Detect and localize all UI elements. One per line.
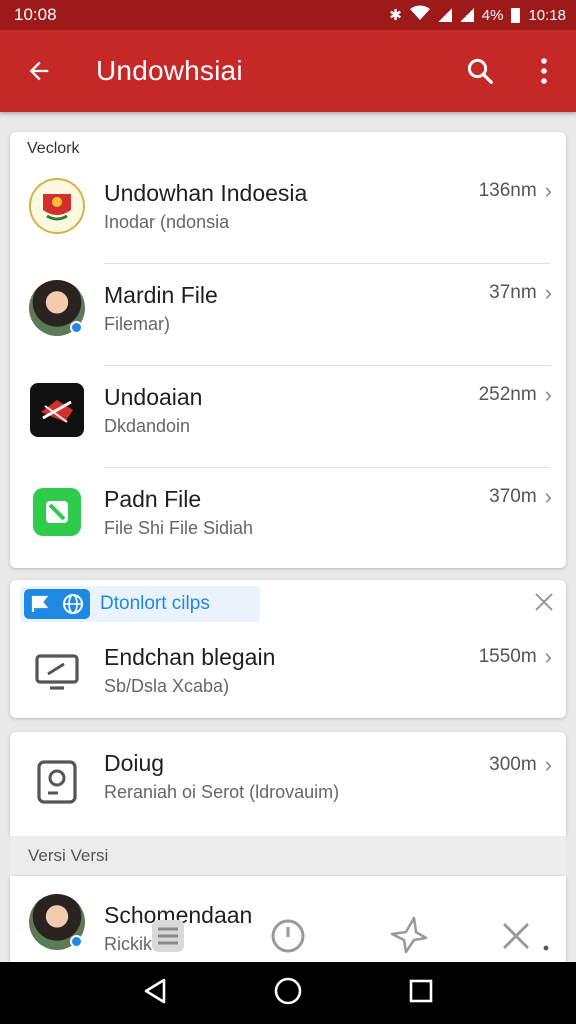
list-item[interactable]: Mardin File Filemar) 37nm › xyxy=(10,264,566,366)
list-item[interactable]: Doiug Reraniah oi Serot (ldrovauim) 300m… xyxy=(10,732,566,834)
section-card-2: Dtonlort cilps Endchan blegain Sb/Dsla X… xyxy=(10,580,566,718)
chevron-right-icon: › xyxy=(544,178,552,203)
section-card-3: Doiug Reraniah oi Serot (ldrovauim) 300m… xyxy=(10,732,566,836)
hard-drive-icon xyxy=(37,760,77,804)
arrow-back-icon xyxy=(29,61,49,81)
item-subtitle: Sb/Dsla Xcaba) xyxy=(104,676,230,696)
search-button[interactable] xyxy=(448,30,512,112)
green-app-icon xyxy=(33,488,81,536)
battery-percent: 4% xyxy=(481,6,504,24)
nav-recents-button[interactable] xyxy=(408,978,434,1009)
item-title: Doiug xyxy=(104,750,165,776)
system-nav-bar xyxy=(0,962,576,1024)
section-card-1: Veclork Undowhan Indoesia Inodar (ndonsi… xyxy=(10,132,566,568)
item-title: Undowhan Indoesia xyxy=(104,180,308,206)
square-recents-icon xyxy=(409,979,432,1002)
close-icon xyxy=(502,922,549,951)
chevron-right-icon: › xyxy=(544,280,552,305)
item-title: Undoaian xyxy=(104,384,203,410)
item-title: Endchan blegain xyxy=(104,644,276,670)
item-title: Padn File xyxy=(104,486,202,512)
item-meta: 252nm xyxy=(478,384,537,405)
status-icons: ✱ 4% 10:18 xyxy=(389,5,566,25)
search-icon xyxy=(467,58,493,84)
list-icon xyxy=(152,920,184,952)
item-subtitle: Dkdandoin xyxy=(104,416,191,436)
chevron-right-icon: › xyxy=(544,382,552,407)
item-subtitle: Inodar (ndonsia xyxy=(104,212,230,232)
item-title: Mardin File xyxy=(104,282,218,308)
status-bar: 10:08 ✱ 4% 10:18 xyxy=(0,0,576,30)
wifi-icon xyxy=(409,5,430,25)
chevron-right-icon: › xyxy=(544,752,552,777)
back-button[interactable] xyxy=(0,30,78,112)
more-vert-icon xyxy=(541,58,547,84)
section-header: Versi Versi xyxy=(10,836,566,876)
list-item[interactable]: Endchan blegain Sb/Dsla Xcaba) 1550m › xyxy=(10,624,566,714)
online-status-dot xyxy=(70,321,83,334)
nav-back-button[interactable] xyxy=(142,977,168,1010)
timer-button[interactable] xyxy=(268,916,308,961)
favorite-button[interactable] xyxy=(388,914,430,961)
monitor-icon xyxy=(35,654,79,690)
list-item[interactable]: Undoaian Dkdandoin 252nm › xyxy=(10,366,566,468)
item-meta: 370m xyxy=(489,486,537,507)
filter-chip[interactable]: Dtonlort cilps xyxy=(20,586,260,622)
clock-icon xyxy=(271,919,305,953)
item-subtitle: Reraniah oi Serot (ldrovauim) xyxy=(104,782,340,802)
nav-home-button[interactable] xyxy=(273,976,303,1011)
dark-app-icon xyxy=(30,383,84,437)
item-meta: 136nm xyxy=(478,180,537,201)
globe-icon xyxy=(63,594,83,614)
item-subtitle: File Shi File Sidiah xyxy=(104,518,254,538)
dismiss-button[interactable] xyxy=(530,588,558,616)
list-item[interactable]: Undowhan Indoesia Inodar (ndonsia 136nm … xyxy=(10,162,566,264)
triangle-back-icon xyxy=(145,978,166,1003)
battery-icon xyxy=(511,7,521,23)
item-meta: 37nm xyxy=(489,282,537,303)
bluetooth-icon: ✱ xyxy=(389,7,402,24)
item-meta: 1550m xyxy=(478,646,537,667)
signal-icon xyxy=(437,8,452,22)
chevron-right-icon: › xyxy=(544,484,552,509)
item-meta: 300m xyxy=(489,754,537,775)
star-icon xyxy=(390,916,428,954)
emblem-icon xyxy=(29,178,85,234)
circle-home-icon xyxy=(274,977,302,1004)
section-label: Veclork xyxy=(27,140,80,157)
chevron-right-icon: › xyxy=(544,644,552,669)
item-subtitle: Filemar) xyxy=(104,314,170,334)
overflow-menu-button[interactable] xyxy=(512,30,576,112)
bottom-action-bar xyxy=(0,906,576,962)
page-title: Undowhsiai xyxy=(96,55,243,86)
list-item[interactable]: Padn File File Shi File Sidiah 370m › xyxy=(10,468,566,570)
chip-label: Dtonlort cilps xyxy=(100,593,210,614)
list-button[interactable] xyxy=(148,916,188,961)
close-icon xyxy=(535,593,553,611)
flag-icon xyxy=(31,595,49,612)
app-bar: Undowhsiai xyxy=(0,30,576,112)
status-time-left: 10:08 xyxy=(14,5,57,24)
signal-icon-2 xyxy=(459,8,474,22)
status-time-right: 10:18 xyxy=(528,6,566,24)
close-button[interactable] xyxy=(498,918,550,959)
